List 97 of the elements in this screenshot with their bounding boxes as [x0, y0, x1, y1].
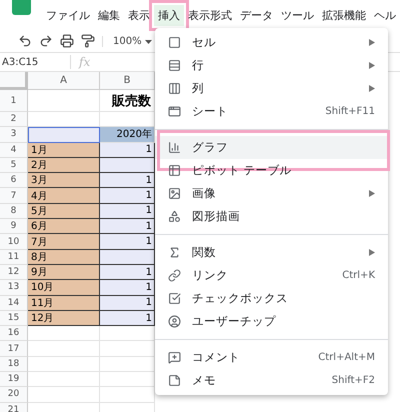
- table-cell: 販売数: [100, 90, 155, 112]
- table-cell: 11月: [28, 296, 100, 311]
- menu-item[interactable]: リンク Ctrl+K: [155, 264, 388, 287]
- menu-bar-item[interactable]: 挿入: [154, 5, 184, 26]
- menu-item[interactable]: ピボット テーブル: [155, 159, 388, 182]
- row-header[interactable]: 10: [0, 234, 28, 250]
- table-cell: 10月: [28, 280, 100, 296]
- table-cell: 8月: [28, 250, 100, 265]
- column-header[interactable]: A: [28, 72, 100, 90]
- row-header[interactable]: 17: [0, 341, 28, 357]
- menu-bar-item[interactable]: 表示形式: [184, 5, 236, 26]
- undo-icon[interactable]: [18, 34, 32, 48]
- table-icon: [167, 163, 182, 178]
- table-cell: 1: [100, 188, 155, 204]
- note-icon: [167, 373, 182, 388]
- menu-item[interactable]: コメント Ctrl+Alt+M: [155, 346, 388, 369]
- table-cell: 1: [100, 219, 155, 234]
- row-header[interactable]: 3: [0, 127, 28, 143]
- table-cell: [28, 372, 100, 388]
- row-header[interactable]: 8: [0, 204, 28, 220]
- rows-icon: [167, 58, 182, 73]
- table-cell: [28, 326, 100, 342]
- link-icon: [167, 268, 182, 283]
- table-cell: [28, 356, 100, 372]
- menu-bar-item[interactable]: ツール: [277, 5, 318, 26]
- table-cell: 7月: [28, 234, 100, 250]
- name-box[interactable]: A3:C15: [0, 56, 70, 68]
- menu-bar-item[interactable]: 表示: [124, 5, 154, 26]
- table-cell: 1: [100, 204, 155, 220]
- table-cell: 1: [100, 310, 155, 326]
- table-cell: 2月: [28, 158, 100, 174]
- checkbox-icon: [167, 291, 182, 306]
- square-icon: [167, 35, 182, 50]
- row-header[interactable]: 2: [0, 112, 28, 128]
- person-circle-icon: [167, 314, 182, 329]
- table-cell: 1: [100, 173, 155, 188]
- menu-item[interactable]: 図形描画: [155, 205, 388, 228]
- paint-roller-icon[interactable]: [81, 34, 95, 48]
- table-cell: 3月: [28, 173, 100, 188]
- menu-bar-item[interactable]: ヘル: [370, 5, 400, 26]
- table-cell: 1: [100, 142, 155, 158]
- table-cell: 1: [100, 280, 155, 296]
- table-cell: [28, 341, 100, 357]
- menu-bar-item[interactable]: 編集: [94, 5, 124, 26]
- row-header[interactable]: 14: [0, 296, 28, 311]
- row-header[interactable]: 13: [0, 280, 28, 296]
- menu-bar-item[interactable]: データ: [236, 5, 277, 26]
- row-header[interactable]: 4: [0, 142, 28, 158]
- row-header[interactable]: 6: [0, 173, 28, 188]
- menu-item[interactable]: ユーザーチップ: [155, 310, 388, 333]
- menu-bar-item[interactable]: 拡張機能: [318, 5, 370, 26]
- comment-icon: [167, 350, 182, 365]
- menu-item[interactable]: 行: [155, 54, 388, 77]
- menu-item[interactable]: メモ Shift+F2: [155, 369, 388, 392]
- formula-label: fx: [70, 55, 98, 69]
- table-cell: 2020年: [100, 127, 155, 143]
- window-icon: [167, 104, 182, 119]
- row-header[interactable]: 7: [0, 188, 28, 204]
- menu-item[interactable]: チェックボックス: [155, 287, 388, 310]
- row-header[interactable]: 9: [0, 219, 28, 234]
- menu-item[interactable]: 列: [155, 77, 388, 100]
- row-header[interactable]: 20: [0, 387, 28, 403]
- zoom-dropdown[interactable]: 100%: [102, 36, 152, 46]
- row-header[interactable]: 1: [0, 90, 28, 112]
- redo-icon[interactable]: [39, 34, 53, 48]
- table-cell: 1: [100, 264, 155, 280]
- menu-bar-item[interactable]: ファイル: [42, 5, 94, 26]
- row-header[interactable]: 15: [0, 310, 28, 326]
- column-header[interactable]: B: [100, 72, 155, 90]
- shapes-icon: [167, 209, 182, 224]
- table-cell: 1: [100, 234, 155, 250]
- table-cell: 9月: [28, 264, 100, 280]
- row-header[interactable]: 5: [0, 158, 28, 174]
- table-cell: 4月: [28, 188, 100, 204]
- menu-item[interactable]: 画像: [155, 182, 388, 205]
- table-cell: [28, 387, 100, 403]
- table-cell: 1: [100, 296, 155, 311]
- table-cell: 6月: [28, 219, 100, 234]
- menu-item[interactable]: グラフ: [155, 136, 388, 159]
- table-cell: 1月: [28, 142, 100, 158]
- row-header[interactable]: 16: [0, 326, 28, 342]
- menu-item[interactable]: セル: [155, 31, 388, 54]
- menu-item[interactable]: シート Shift+F11: [155, 100, 388, 123]
- print-icon[interactable]: [60, 34, 74, 48]
- table-cell: 12月: [28, 310, 100, 326]
- row-header[interactable]: 12: [0, 264, 28, 280]
- menu-item[interactable]: 関数: [155, 241, 388, 264]
- row-header[interactable]: 11: [0, 250, 28, 265]
- bar-chart-icon: [167, 140, 182, 155]
- row-header[interactable]: 19: [0, 372, 28, 388]
- row-header[interactable]: 18: [0, 356, 28, 372]
- columns-icon: [167, 81, 182, 96]
- table-cell: 5月: [28, 204, 100, 220]
- table-cell: [28, 90, 100, 112]
- image-icon: [167, 186, 182, 201]
- caret-icon: [144, 40, 152, 44]
- table-cell: [28, 112, 100, 128]
